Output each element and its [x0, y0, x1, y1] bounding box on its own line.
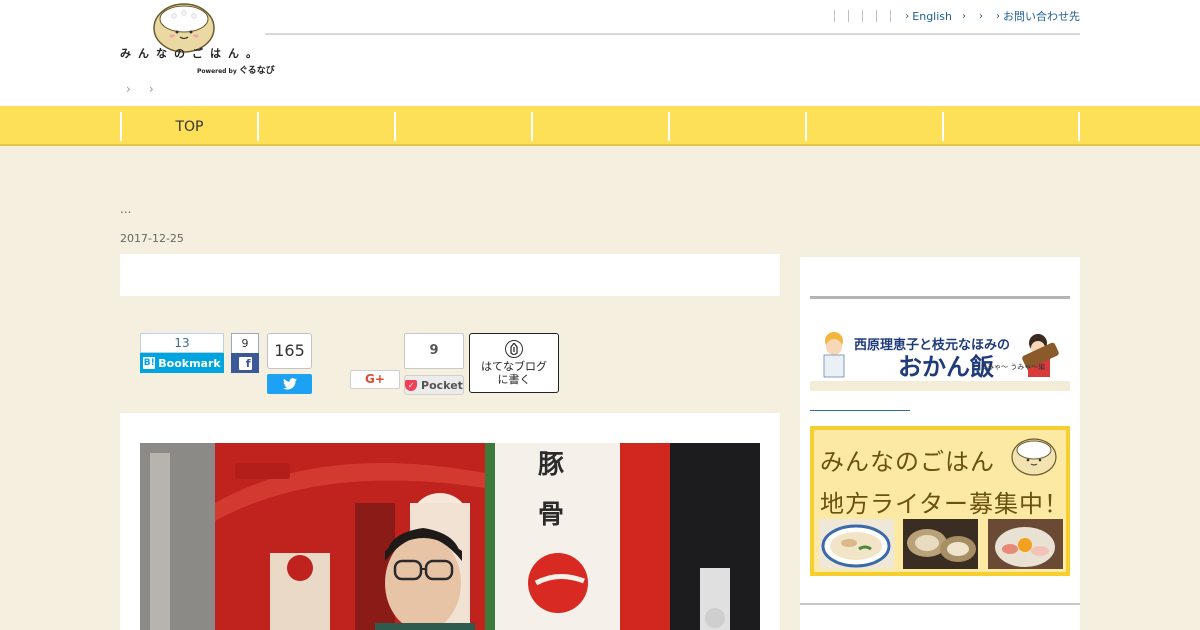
hatena-bookmark-button[interactable]: B! Bookmark: [140, 353, 224, 373]
breadcrumb: › ›: [126, 82, 172, 96]
chevron-right-icon: ›: [979, 10, 983, 22]
sidebar-divider: [810, 296, 1070, 299]
site-logo[interactable]: みんなのごはん。 Powered by ぐるなび: [120, 2, 275, 76]
hatena-b-icon: B!: [143, 357, 156, 369]
okan-banner-title: 西原理恵子と枝元なほみの: [854, 337, 1010, 353]
pocket-count: 9: [404, 333, 464, 369]
top-link-label: English: [912, 9, 952, 23]
chevron-right-icon: ›: [126, 82, 131, 96]
hatena-bookmark-count[interactable]: 13: [140, 333, 224, 353]
okan-banner-sub: うみゃ〜 うみゃ〜編: [980, 362, 1045, 371]
main-nav: TOP: [0, 106, 1200, 146]
logo-wordmark: みんなのごはん。: [120, 47, 264, 60]
facebook-share-button[interactable]: f: [231, 353, 259, 373]
chevron-right-icon: ›: [996, 10, 1000, 22]
nav-item-3[interactable]: [394, 112, 531, 141]
top-link-label: お問い合わせ先: [1003, 10, 1080, 23]
nav-item-top[interactable]: TOP: [120, 112, 257, 141]
seafood-bowl-thumbnail: [988, 519, 1063, 569]
svg-text:骨: 骨: [538, 500, 564, 530]
pocket-button[interactable]: ✓ Pocket: [404, 375, 464, 395]
chevron-right-icon: ›: [962, 10, 966, 22]
hatena-blog-label: はてなブログ に書く: [481, 360, 547, 386]
article-excerpt: ...: [120, 202, 132, 216]
hatena-blog-write-button[interactable]: はてなブログ に書く: [469, 333, 559, 393]
nav-item-6[interactable]: [805, 112, 942, 141]
hatena-blog-pen-icon: [505, 340, 523, 358]
google-plus-button[interactable]: G+: [350, 370, 400, 389]
twitter-share-count: 165: [267, 333, 312, 369]
rice-bowl-icon: [1011, 438, 1057, 476]
nav-item-7[interactable]: [942, 112, 1079, 141]
top-link-english[interactable]: › English: [905, 10, 952, 23]
nav-item-4[interactable]: [531, 112, 668, 141]
nav-item-2[interactable]: [257, 112, 394, 141]
logo-powered-by: Powered by ぐるなび: [197, 63, 275, 76]
twitter-bird-icon: [282, 378, 297, 390]
sidebar-link[interactable]: [810, 410, 910, 411]
svg-text:豚: 豚: [538, 450, 564, 480]
facebook-share-count: 9: [231, 333, 259, 354]
top-link-divider: [834, 10, 836, 22]
top-link-divider: [876, 10, 878, 22]
top-link-2[interactable]: ›: [962, 11, 969, 22]
twitter-share-button[interactable]: [267, 374, 312, 394]
nav-divider: [1078, 112, 1080, 141]
article-photo: 豚 骨: [140, 443, 760, 630]
okan-meshi-banner-art: 西原理恵子と枝元なほみの おかん飯 うみゃ〜 うみゃ〜編: [810, 327, 1070, 391]
top-link-contact[interactable]: › お問い合わせ先: [996, 8, 1080, 24]
logo-powered-label: Powered by: [197, 68, 237, 75]
header-divider: [265, 33, 1080, 35]
article-title-box: [120, 254, 780, 296]
facebook-icon: f: [238, 356, 252, 370]
sidebar-divider: [800, 603, 1080, 605]
top-links: › English › › › お問い合わせ先: [834, 9, 1080, 23]
logo-gnavi-brand: ぐるなび: [238, 66, 275, 76]
top-link-divider: [862, 10, 864, 22]
local-writer-recruit-banner[interactable]: みんなのごはん 地方ライター募集中！: [810, 426, 1070, 576]
chevron-right-icon: ›: [905, 10, 910, 22]
ramen-shop-photo: 豚 骨: [140, 443, 760, 630]
top-link-3[interactable]: ›: [979, 11, 986, 22]
writer-banner-line2: 地方ライター募集中！: [820, 490, 1070, 518]
chevron-right-icon: ›: [148, 82, 154, 96]
nav-item-5[interactable]: [668, 112, 805, 141]
site-header: みんなのごはん。 Powered by ぐるなび › English › › › お…: [0, 0, 1200, 106]
okan-meshi-banner[interactable]: 西原理恵子と枝元なほみの おかん飯 うみゃ〜 うみゃ〜編: [810, 327, 1070, 391]
pocket-label: Pocket: [421, 378, 463, 392]
pocket-icon: ✓: [405, 379, 418, 391]
article-date: 2017-12-25: [120, 232, 184, 245]
top-link-divider: [890, 10, 892, 22]
hatena-bookmark-label: Bookmark: [158, 356, 221, 370]
top-link-divider: [848, 10, 850, 22]
oyster-thumbnail: [903, 519, 978, 569]
ramen-thumbnail: [819, 519, 894, 569]
writer-banner-line1: みんなのごはん: [820, 448, 995, 476]
